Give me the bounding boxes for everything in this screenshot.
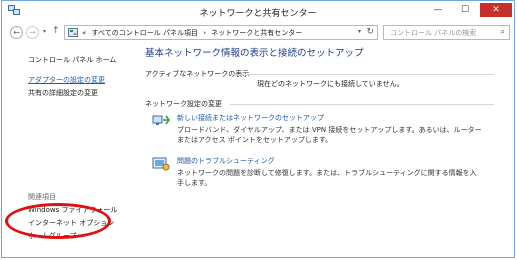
troubleshoot-problems-description: ネットワークの問題を診断して修復します。または、トラブルシューティングに関する情…	[177, 169, 477, 187]
breadcrumb-chevron[interactable]: ›	[203, 29, 206, 37]
control-panel-icon	[68, 28, 78, 37]
back-button[interactable]: ←	[10, 26, 23, 39]
breadcrumb-network-center[interactable]: ネットワークと共有センター	[211, 29, 302, 37]
maximize-button[interactable]: ☐	[451, 3, 479, 17]
setup-new-connection-description: ブロードバンド、ダイヤルアップ、または VPN 接続をセットアップします。あるい…	[177, 126, 482, 144]
up-button[interactable]: ↑	[52, 26, 60, 36]
change-adapter-settings-link[interactable]: アダプターの設定の変更	[28, 75, 105, 85]
search-icon[interactable]: ⌕	[501, 27, 505, 37]
page-title: 基本ネットワーク情報の表示と接続のセットアップ	[145, 48, 364, 59]
setup-new-connection-link[interactable]: 新しい接続またはネットワークのセットアップ	[177, 113, 324, 123]
divider	[230, 74, 494, 75]
divider	[230, 104, 494, 105]
advanced-sharing-settings-link[interactable]: 共有の詳細設定の変更	[28, 88, 98, 98]
highlight-circle	[5, 203, 111, 239]
minimize-button[interactable]: —	[424, 3, 452, 17]
title-bar: ネットワークと共有センター — ☐ ✕	[2, 1, 514, 21]
close-button[interactable]: ✕	[480, 3, 512, 17]
control-panel-home-link[interactable]: コントロール パネル ホーム	[28, 55, 116, 65]
address-dropdown[interactable]: ▾	[358, 28, 361, 35]
troubleshoot-problems-link[interactable]: 問題のトラブルシューティング	[177, 156, 275, 166]
breadcrumb: « すべてのコントロール パネル項目 › ネットワークと共有センター	[82, 28, 305, 38]
troubleshoot-icon	[152, 157, 170, 171]
new-connection-icon	[152, 115, 170, 125]
related-header: 関連項目	[28, 193, 56, 201]
breadcrumb-separator[interactable]: «	[82, 29, 86, 37]
change-settings-header: ネットワーク設定の変更	[145, 100, 222, 108]
forward-button[interactable]: →	[26, 26, 39, 39]
refresh-button[interactable]: ↻	[366, 27, 374, 37]
address-bar[interactable]: « すべてのコントロール パネル項目 › ネットワークと共有センター ▾ ↻	[64, 25, 378, 40]
breadcrumb-all-items[interactable]: すべてのコントロール パネル項目	[92, 29, 198, 37]
navigation-bar: ← → ▾ ↑ « すべてのコントロール パネル項目 › ネットワークと共有セン…	[2, 23, 514, 43]
search-box[interactable]: コントロール パネルの検索 ⌕	[383, 25, 510, 40]
recent-pages-dropdown[interactable]: ▾	[43, 28, 46, 35]
search-placeholder: コントロール パネルの検索	[390, 29, 477, 37]
network-status: 現在どのネットワークにも接続していません。	[257, 80, 404, 88]
